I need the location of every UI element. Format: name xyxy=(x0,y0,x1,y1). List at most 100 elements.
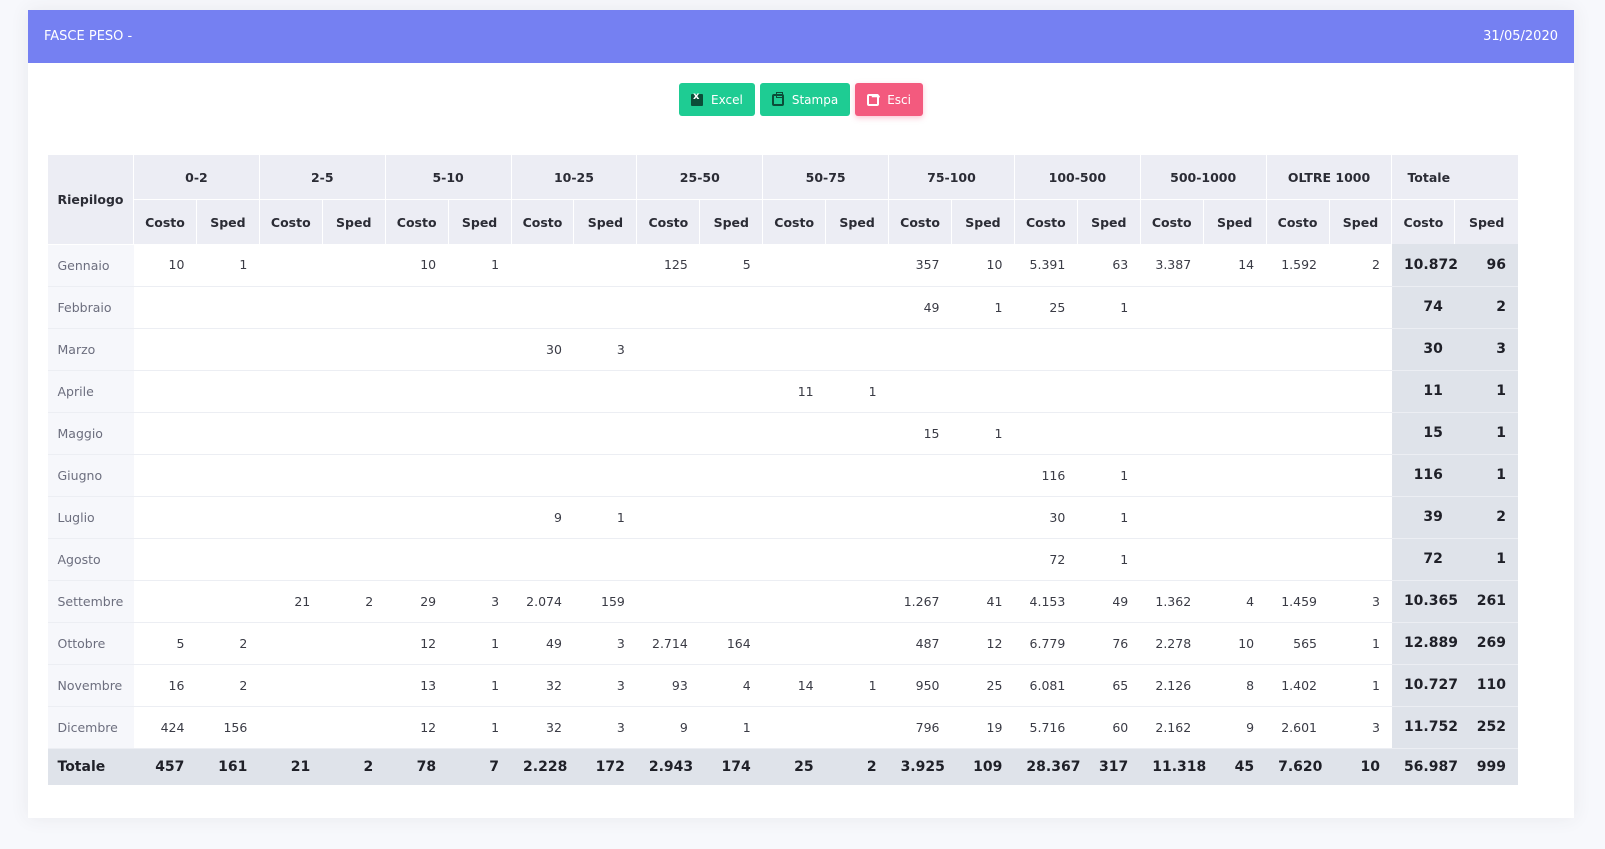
sped-subheader: Sped xyxy=(573,199,637,244)
costo-subheader: Costo xyxy=(888,199,952,244)
value-cell xyxy=(699,412,763,455)
month-cell: Ottobre xyxy=(47,622,134,665)
value-cell xyxy=(699,328,763,371)
value-cell xyxy=(322,538,386,581)
value-cell: 1 xyxy=(1329,622,1392,665)
value-cell xyxy=(511,412,574,455)
sped-subheader: Sped xyxy=(447,199,512,244)
total-cell: 3.925 xyxy=(888,748,952,785)
value-cell: 159 xyxy=(573,580,637,623)
print-button[interactable]: Stampa xyxy=(759,83,851,116)
band-header: 25-50 xyxy=(636,155,763,200)
value-cell: 60 xyxy=(1077,706,1141,749)
value-cell xyxy=(448,286,512,329)
sped-subheader: Sped xyxy=(321,199,386,244)
value-cell: 4.153 xyxy=(1014,580,1078,623)
value-cell: 2 xyxy=(196,622,260,665)
value-cell xyxy=(133,370,197,413)
row-total-cell: 12.889 xyxy=(1391,622,1458,665)
value-cell xyxy=(1329,538,1392,581)
value-cell: 164 xyxy=(699,622,763,665)
value-cell: 565 xyxy=(1266,622,1330,665)
table-row: Luglio 9 1 30 1 39 2 xyxy=(47,496,1518,539)
value-cell: 1 xyxy=(825,664,889,707)
costo-subheader: Costo xyxy=(258,199,323,244)
value-cell xyxy=(762,496,826,539)
value-cell: 21 xyxy=(259,580,323,623)
value-cell: 1 xyxy=(1077,454,1141,497)
value-cell: 1 xyxy=(1329,664,1392,707)
value-cell: 2 xyxy=(1329,244,1392,287)
value-cell: 76 xyxy=(1077,622,1141,665)
value-cell xyxy=(888,328,952,371)
value-cell xyxy=(1329,496,1392,539)
table-row: Giugno 116 1 116 1 xyxy=(47,454,1518,497)
value-cell: 30 xyxy=(1014,496,1078,539)
total-cell: 7.620 xyxy=(1266,748,1330,785)
row-total-cell: 72 xyxy=(1391,538,1455,581)
value-cell xyxy=(951,538,1015,581)
value-cell xyxy=(573,244,637,287)
month-cell: Gennaio xyxy=(47,244,134,287)
total-cell: 172 xyxy=(573,748,637,785)
value-cell xyxy=(1266,538,1330,581)
value-cell: 10 xyxy=(133,244,197,287)
band-header: 0-2 xyxy=(133,155,260,200)
table-row: Maggio 15 1 15 1 xyxy=(47,412,1518,455)
excel-button[interactable]: Excel xyxy=(679,83,755,116)
value-cell: 487 xyxy=(888,622,952,665)
value-cell xyxy=(448,538,512,581)
value-cell xyxy=(636,496,700,539)
total-cell: 457 xyxy=(133,748,197,785)
value-cell: 125 xyxy=(636,244,700,287)
value-cell xyxy=(259,328,323,371)
row-total-cell: 11 xyxy=(1391,370,1455,413)
value-cell xyxy=(196,496,260,539)
value-cell: 2.074 xyxy=(511,580,574,623)
value-cell xyxy=(1203,496,1267,539)
value-cell: 10 xyxy=(385,244,449,287)
month-cell: Aprile xyxy=(47,370,134,413)
value-cell xyxy=(259,706,323,749)
value-cell: 93 xyxy=(636,664,700,707)
value-cell: 29 xyxy=(385,580,449,623)
value-cell xyxy=(636,454,700,497)
value-cell xyxy=(133,412,197,455)
value-cell: 12 xyxy=(385,706,449,749)
value-cell xyxy=(385,328,449,371)
row-total-cell: 1 xyxy=(1454,538,1518,581)
value-cell xyxy=(888,538,952,581)
value-cell xyxy=(1266,328,1330,371)
value-cell: 357 xyxy=(888,244,952,287)
excel-button-label: Excel xyxy=(711,92,743,107)
total-cell: 21 xyxy=(259,748,323,785)
exit-button[interactable]: Esci xyxy=(855,83,923,116)
row-total-cell: 2 xyxy=(1454,286,1518,329)
month-cell: Novembre xyxy=(47,664,134,707)
value-cell: 14 xyxy=(1203,244,1267,287)
value-cell xyxy=(573,286,637,329)
band-header: 5-10 xyxy=(384,155,512,200)
value-cell xyxy=(825,706,889,749)
month-cell: Marzo xyxy=(47,328,134,371)
value-cell xyxy=(259,538,323,581)
value-cell: 1.362 xyxy=(1140,580,1204,623)
value-cell xyxy=(385,412,449,455)
value-cell xyxy=(133,286,197,329)
value-cell: 8 xyxy=(1203,664,1267,707)
report-panel: FASCE PESO - 31/05/2020 Excel Stampa Esc… xyxy=(28,10,1574,818)
value-cell: 1 xyxy=(448,244,512,287)
action-toolbar: Excel Stampa Esci xyxy=(28,83,1574,116)
value-cell: 10 xyxy=(951,244,1015,287)
value-cell xyxy=(448,496,512,539)
value-cell: 14 xyxy=(762,664,826,707)
value-cell xyxy=(133,580,197,623)
band-header: 10-25 xyxy=(510,155,637,200)
value-cell xyxy=(888,496,952,539)
value-cell xyxy=(762,706,826,749)
value-cell xyxy=(951,328,1015,371)
value-cell xyxy=(1014,412,1078,455)
value-cell xyxy=(1077,412,1141,455)
value-cell xyxy=(762,286,826,329)
value-cell xyxy=(1266,370,1330,413)
